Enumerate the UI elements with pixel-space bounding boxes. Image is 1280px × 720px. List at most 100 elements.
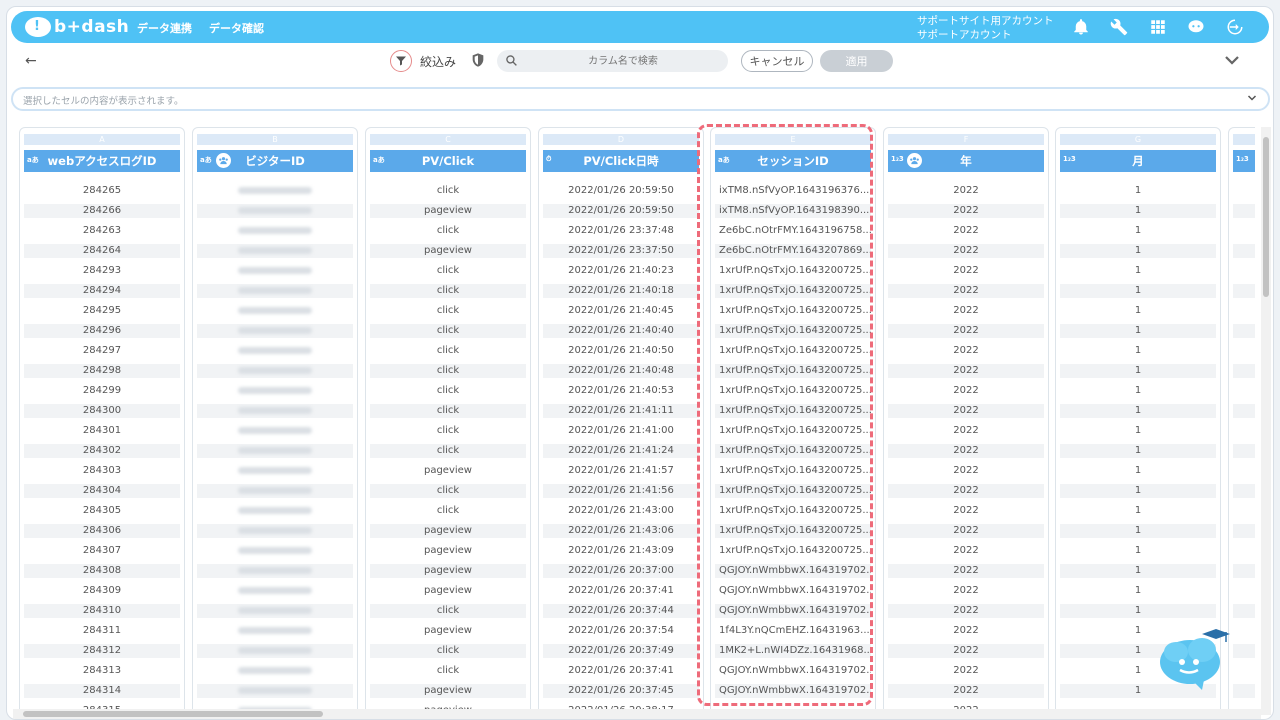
- table-cell[interactable]: [197, 664, 353, 678]
- column-letter[interactable]: E: [715, 134, 871, 145]
- table-cell[interactable]: 284308: [24, 564, 180, 578]
- table-cell[interactable]: [197, 464, 353, 478]
- table-cell[interactable]: 1: [1060, 224, 1216, 238]
- table-cell[interactable]: click: [370, 604, 526, 618]
- table-cell[interactable]: 1: [1060, 444, 1216, 458]
- table-cell[interactable]: [197, 384, 353, 398]
- table-cell[interactable]: 2022/01/26 21:41:24: [543, 444, 699, 458]
- table-cell[interactable]: 284264: [24, 244, 180, 258]
- column-letter[interactable]: G: [1060, 134, 1216, 145]
- table-cell[interactable]: 1: [1060, 204, 1216, 218]
- table-cell[interactable]: [1233, 344, 1255, 358]
- table-cell[interactable]: [1233, 184, 1255, 198]
- table-cell[interactable]: 1: [1060, 544, 1216, 558]
- mascot-assistant-icon[interactable]: [1156, 624, 1230, 692]
- table-cell[interactable]: 284300: [24, 404, 180, 418]
- table-cell[interactable]: 1: [1060, 184, 1216, 198]
- table-cell[interactable]: 2022: [888, 344, 1044, 358]
- table-cell[interactable]: 1: [1060, 404, 1216, 418]
- table-cell[interactable]: 2022/01/26 20:59:50: [543, 184, 699, 198]
- table-cell[interactable]: 1: [1060, 284, 1216, 298]
- table-cell[interactable]: [197, 304, 353, 318]
- table-cell[interactable]: [197, 484, 353, 498]
- filter-label[interactable]: 絞込み: [420, 53, 456, 70]
- table-cell[interactable]: [1233, 224, 1255, 238]
- bell-icon[interactable]: [1071, 17, 1091, 37]
- table-cell[interactable]: pageview: [370, 584, 526, 598]
- table-cell[interactable]: 2022: [888, 324, 1044, 338]
- table-cell[interactable]: [197, 444, 353, 458]
- column-header[interactable]: aあ PV/Click: [370, 150, 526, 172]
- table-cell[interactable]: [197, 684, 353, 698]
- table-cell[interactable]: 284311: [24, 624, 180, 638]
- table-cell[interactable]: 2022: [888, 364, 1044, 378]
- table-cell[interactable]: 2022: [888, 544, 1044, 558]
- table-cell[interactable]: pageview: [370, 544, 526, 558]
- table-cell[interactable]: 2022: [888, 224, 1044, 238]
- table-cell[interactable]: 2022: [888, 384, 1044, 398]
- table-cell[interactable]: [197, 544, 353, 558]
- table-cell[interactable]: 1xrUfP.nQsTxjO.1643200725...: [715, 424, 871, 438]
- table-cell[interactable]: 284314: [24, 684, 180, 698]
- table-cell[interactable]: 2022: [888, 404, 1044, 418]
- table-cell[interactable]: 1: [1060, 384, 1216, 398]
- table-cell[interactable]: Ze6bC.nOtrFMY.1643207869...: [715, 244, 871, 258]
- table-cell[interactable]: 1: [1060, 584, 1216, 598]
- table-cell[interactable]: pageview: [370, 624, 526, 638]
- table-cell[interactable]: pageview: [370, 684, 526, 698]
- column-letter[interactable]: B: [197, 134, 353, 145]
- back-arrow-button[interactable]: ←: [25, 53, 37, 69]
- table-cell[interactable]: 2022: [888, 204, 1044, 218]
- table-cell[interactable]: 2022: [888, 564, 1044, 578]
- table-cell[interactable]: click: [370, 504, 526, 518]
- account-info[interactable]: サポートサイト用アカウント サポートアカウント: [917, 14, 1054, 42]
- table-cell[interactable]: 1: [1060, 484, 1216, 498]
- table-cell[interactable]: 2022/01/26 21:41:11: [543, 404, 699, 418]
- table-cell[interactable]: 1: [1060, 604, 1216, 618]
- column-letter[interactable]: A: [24, 134, 180, 145]
- table-cell[interactable]: [1233, 684, 1255, 698]
- table-cell[interactable]: QGJOY.nWmbbwX.164319702...: [715, 664, 871, 678]
- table-cell[interactable]: 1: [1060, 244, 1216, 258]
- table-cell[interactable]: [197, 624, 353, 638]
- table-cell[interactable]: [197, 324, 353, 338]
- table-cell[interactable]: QGJOY.nWmbbwX.164319702...: [715, 684, 871, 698]
- table-cell[interactable]: 284294: [24, 284, 180, 298]
- table-cell[interactable]: 284265: [24, 184, 180, 198]
- nav-data-link[interactable]: データ連携: [137, 20, 192, 36]
- table-cell[interactable]: 2022: [888, 424, 1044, 438]
- table-cell[interactable]: 1xrUfP.nQsTxjO.1643200725...: [715, 324, 871, 338]
- table-cell[interactable]: 284298: [24, 364, 180, 378]
- table-cell[interactable]: 284310: [24, 604, 180, 618]
- table-cell[interactable]: 284266: [24, 204, 180, 218]
- table-cell[interactable]: [197, 424, 353, 438]
- apply-button[interactable]: 適用: [820, 50, 893, 72]
- table-cell[interactable]: 284299: [24, 384, 180, 398]
- search-input[interactable]: [523, 53, 723, 69]
- table-cell[interactable]: [197, 224, 353, 238]
- table-cell[interactable]: 284297: [24, 344, 180, 358]
- table-cell[interactable]: click: [370, 384, 526, 398]
- table-cell[interactable]: [1233, 564, 1255, 578]
- table-cell[interactable]: click: [370, 424, 526, 438]
- table-cell[interactable]: click: [370, 664, 526, 678]
- table-cell[interactable]: 1xrUfP.nQsTxjO.1643200725...: [715, 364, 871, 378]
- table-cell[interactable]: 1: [1060, 304, 1216, 318]
- table-cell[interactable]: 2022/01/26 21:41:00: [543, 424, 699, 438]
- column-letter[interactable]: F: [888, 134, 1044, 145]
- table-cell[interactable]: 2022: [888, 664, 1044, 678]
- table-cell[interactable]: 2022: [888, 284, 1044, 298]
- table-cell[interactable]: click: [370, 344, 526, 358]
- table-cell[interactable]: 2022/01/26 20:59:50: [543, 204, 699, 218]
- support-chat-icon[interactable]: [1186, 17, 1206, 37]
- table-cell[interactable]: click: [370, 184, 526, 198]
- table-cell[interactable]: 1: [1060, 364, 1216, 378]
- table-cell[interactable]: [1233, 324, 1255, 338]
- table-cell[interactable]: 2022/01/26 21:40:53: [543, 384, 699, 398]
- filter-icon[interactable]: [390, 50, 412, 72]
- table-cell[interactable]: 1xrUfP.nQsTxjO.1643200725...: [715, 264, 871, 278]
- chevron-down-icon[interactable]: [1246, 92, 1258, 104]
- cancel-button[interactable]: キャンセル: [741, 50, 813, 72]
- table-cell[interactable]: 1MK2+L.nWI4DZz.16431968...: [715, 644, 871, 658]
- table-cell[interactable]: [197, 604, 353, 618]
